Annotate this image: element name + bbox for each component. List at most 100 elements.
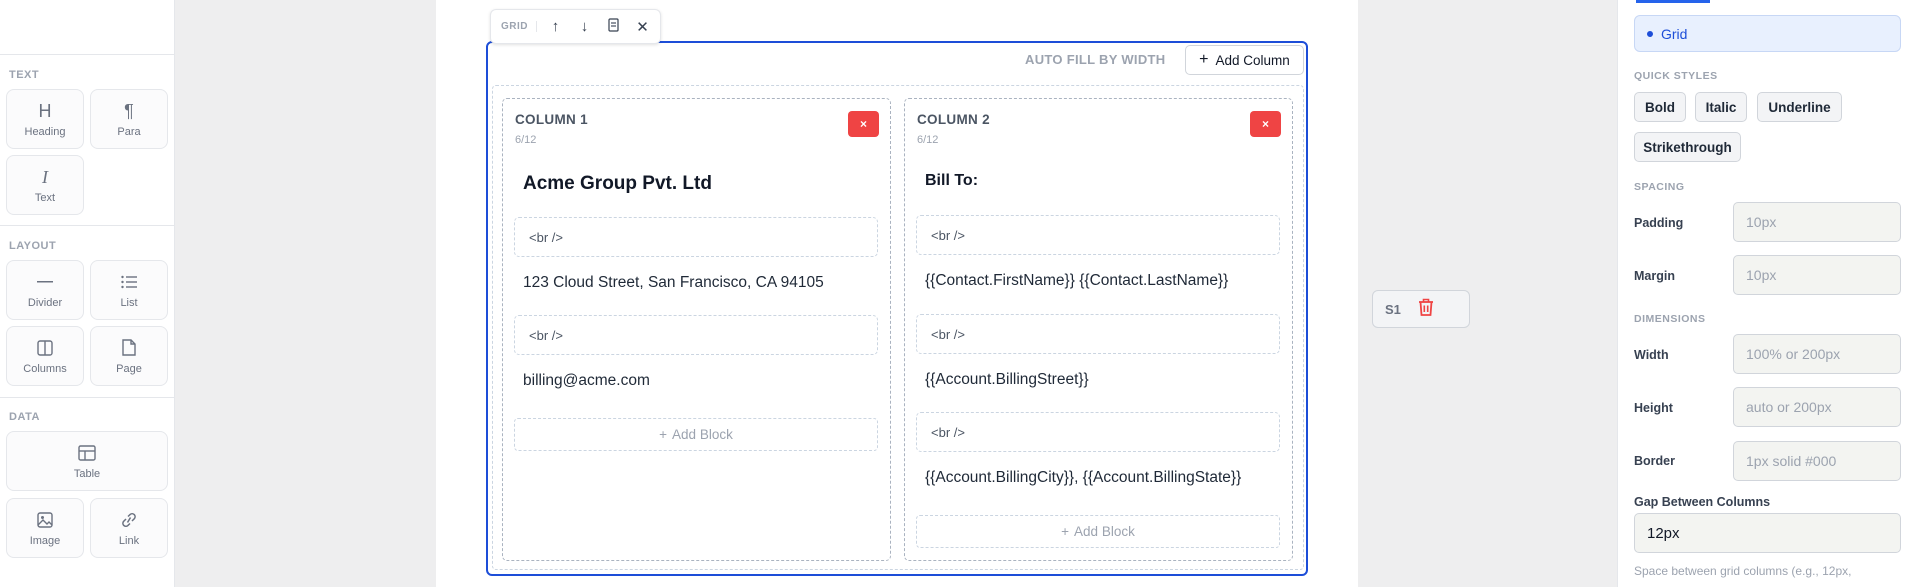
gap-help-text: Space between grid columns (e.g., 12px, — [1634, 564, 1852, 578]
column-span: 6/12 — [917, 134, 939, 146]
quick-styles-title: QUICK STYLES — [1634, 70, 1718, 82]
grid-toolbar-label: GRID — [501, 21, 537, 32]
divider-icon — [37, 272, 53, 292]
contact-name-block[interactable]: {{Contact.FirstName}} {{Contact.LastName… — [925, 272, 1228, 290]
bill-to-heading-block[interactable]: Bill To: — [925, 172, 978, 190]
address-text-block[interactable]: 123 Cloud Street, San Francisco, CA 9410… — [523, 274, 824, 292]
auto-fill-toggle[interactable]: AUTO FILL BY WIDTH — [1025, 52, 1165, 67]
gap-between-columns-label: Gap Between Columns — [1634, 495, 1771, 509]
link-icon — [120, 510, 138, 530]
page-icon — [122, 338, 136, 358]
palette-para-tile[interactable]: ¶ Para — [90, 89, 168, 149]
italic-style-button[interactable]: Italic — [1695, 92, 1747, 122]
italic-text-icon: I — [42, 166, 48, 187]
gap-between-columns-input[interactable]: 12px — [1634, 513, 1901, 553]
width-input[interactable]: 100% or 200px — [1733, 334, 1901, 374]
palette-list-label: List — [120, 296, 138, 309]
billing-street-block[interactable]: {{Account.BillingStreet}} — [925, 371, 1089, 389]
add-column-button[interactable]: + Add Column — [1185, 45, 1304, 75]
palette-divider — [0, 397, 175, 398]
palette-page-label: Page — [116, 362, 142, 375]
plus-icon: + — [1199, 51, 1209, 68]
move-up-icon[interactable]: ↑ — [541, 18, 570, 35]
plus-icon: + — [659, 427, 668, 442]
properties-panel: Grid QUICK STYLES Bold Italic Underline … — [1617, 0, 1917, 587]
palette-section-data: DATA — [9, 411, 40, 423]
add-block-button[interactable]: + Add Block — [916, 515, 1280, 548]
height-input[interactable]: auto or 200px — [1733, 387, 1901, 427]
bold-style-button[interactable]: Bold — [1634, 92, 1686, 122]
grid-column-2[interactable]: COLUMN 2 6/12 × Bill To: <br /> {{Contac… — [904, 98, 1293, 561]
palette-list-tile[interactable]: List — [90, 260, 168, 320]
selected-element-type: Grid — [1661, 25, 1688, 42]
columns-icon — [37, 338, 53, 358]
active-tab-indicator — [1636, 0, 1710, 3]
duplicate-icon[interactable] — [599, 17, 628, 36]
company-heading-block[interactable]: Acme Group Pvt. Ltd — [523, 173, 712, 195]
image-icon — [37, 510, 53, 530]
grid-toolbar: GRID ↑ ↓ ✕ — [490, 9, 661, 44]
padding-input[interactable]: 10px — [1733, 202, 1901, 242]
palette-text-tile[interactable]: I Text — [6, 155, 84, 215]
line-break-block[interactable]: <br /> — [916, 215, 1280, 255]
table-icon — [78, 443, 96, 463]
add-column-label: Add Column — [1215, 52, 1290, 68]
add-block-label: Add Block — [1074, 524, 1135, 539]
border-input[interactable]: 1px solid #000 — [1733, 441, 1901, 481]
delete-column-button[interactable]: × — [1250, 111, 1281, 137]
palette-divider-tile[interactable]: Divider — [6, 260, 84, 320]
move-down-icon[interactable]: ↓ — [570, 18, 599, 35]
section-label: S1 — [1385, 301, 1401, 317]
palette-text-label: Text — [34, 191, 56, 204]
paragraph-icon: ¶ — [124, 100, 134, 121]
grid-column-1[interactable]: COLUMN 1 6/12 × Acme Group Pvt. Ltd <br … — [502, 98, 891, 561]
delete-column-button[interactable]: × — [848, 111, 879, 137]
palette-heading-label: Heading — [24, 125, 66, 138]
padding-label: Padding — [1634, 216, 1684, 230]
palette-divider — [0, 225, 175, 226]
border-label: Border — [1634, 454, 1675, 468]
palette-heading-tile[interactable]: H Heading — [6, 89, 84, 149]
palette-columns-tile[interactable]: Columns — [6, 326, 84, 386]
list-icon — [121, 272, 137, 292]
width-label: Width — [1634, 348, 1669, 362]
palette-section-layout: LAYOUT — [9, 240, 57, 252]
palette-divider-label: Divider — [27, 296, 63, 309]
column-title: COLUMN 2 — [917, 112, 990, 127]
palette-link-label: Link — [118, 534, 140, 547]
margin-input[interactable]: 10px — [1733, 255, 1901, 295]
add-block-button[interactable]: + Add Block — [514, 418, 878, 451]
selected-dot — [1647, 30, 1653, 37]
palette-table-tile[interactable]: Table — [6, 431, 168, 491]
palette-section-text: TEXT — [9, 69, 40, 81]
heading-icon: H — [38, 100, 52, 121]
billing-city-state-block[interactable]: {{Account.BillingCity}}, {{Account.Billi… — [925, 469, 1241, 487]
line-break-block[interactable]: <br /> — [916, 412, 1280, 452]
palette-link-tile[interactable]: Link — [90, 498, 168, 558]
plus-icon: + — [1061, 524, 1070, 539]
block-palette: TEXT H Heading ¶ Para I Text LAYOUT Divi… — [0, 0, 175, 587]
palette-para-label: Para — [117, 125, 141, 138]
palette-image-label: Image — [29, 534, 61, 547]
trash-icon[interactable] — [1417, 297, 1435, 322]
line-break-block[interactable]: <br /> — [514, 217, 878, 257]
palette-image-tile[interactable]: Image — [6, 498, 84, 558]
line-break-block[interactable]: <br /> — [514, 315, 878, 355]
palette-columns-label: Columns — [23, 362, 67, 375]
column-title: COLUMN 1 — [515, 112, 588, 127]
strikethrough-style-button[interactable]: Strikethrough — [1634, 132, 1741, 162]
underline-style-button[interactable]: Underline — [1757, 92, 1842, 122]
column-span: 6/12 — [515, 134, 537, 146]
section-chip: S1 — [1372, 290, 1470, 328]
palette-page-tile[interactable]: Page — [90, 326, 168, 386]
height-label: Height — [1634, 401, 1673, 415]
margin-label: Margin — [1634, 269, 1675, 283]
add-block-label: Add Block — [672, 427, 733, 442]
spacing-title: SPACING — [1634, 181, 1685, 193]
line-break-block[interactable]: <br /> — [916, 314, 1280, 354]
close-icon[interactable]: ✕ — [628, 18, 657, 36]
email-text-block[interactable]: billing@acme.com — [523, 372, 650, 390]
dimensions-title: DIMENSIONS — [1634, 313, 1706, 325]
selected-element-badge: Grid — [1634, 15, 1901, 52]
palette-table-label: Table — [73, 467, 101, 480]
